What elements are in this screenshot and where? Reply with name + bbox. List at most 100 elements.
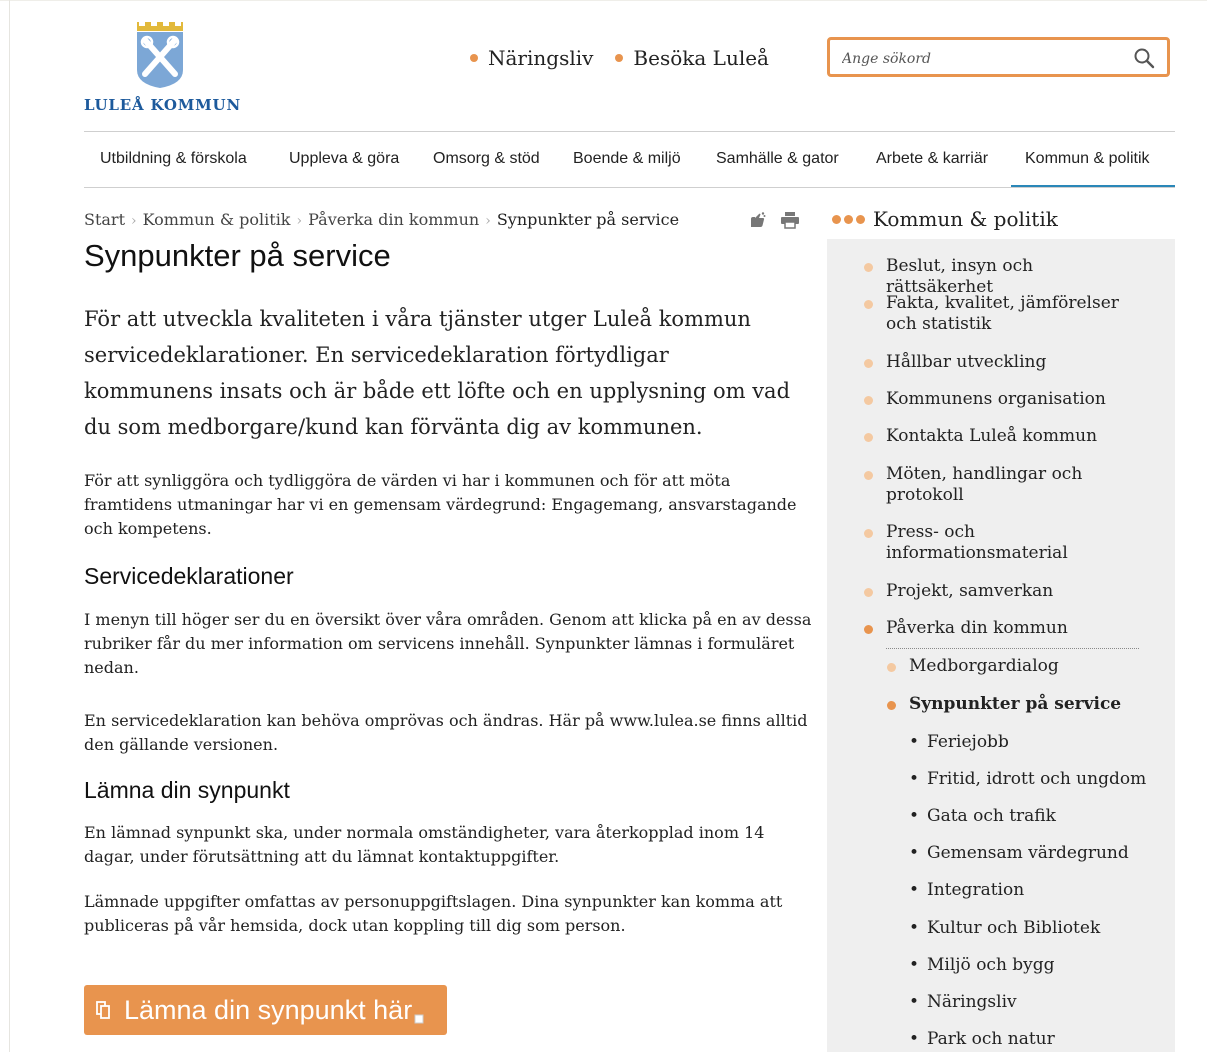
sidebar-leaf-miljo[interactable]: • Miljö och bygg [909, 955, 1055, 976]
bullet-dot [470, 54, 478, 62]
leaf-label: Gata och trafik [927, 806, 1056, 826]
breadcrumb-kommun-politik[interactable]: Kommun & politik [143, 210, 291, 229]
search-box [827, 37, 1170, 77]
leaf-label: Fritid, idrott och ungdom [927, 769, 1147, 789]
bullet-dot [887, 663, 896, 672]
breadcrumb-separator-icon: › [296, 213, 303, 229]
bullet-icon: • [909, 769, 920, 789]
leaf-label: Park och natur [927, 1029, 1055, 1049]
bullet-dot [864, 263, 873, 272]
nav-item-arbete[interactable]: Arbete & karriär [876, 132, 988, 187]
sidebar-subitem-medborgardialog[interactable]: Medborgardialog [909, 656, 1059, 677]
bullet-icon: • [909, 806, 920, 826]
lead-paragraph: För att utveckla kvaliteten i våra tjäns… [84, 307, 791, 439]
sidebar-header[interactable]: Kommun & politik [832, 207, 1058, 231]
sidebar-leaf-park[interactable]: • Park och natur [909, 1029, 1055, 1050]
nav-item-boende[interactable]: Boende & miljö [573, 132, 681, 187]
breadcrumb-current: Synpunkter på service [496, 210, 680, 229]
copy-icon [96, 995, 110, 1026]
sidebar-item-kontakta[interactable]: Kontakta Luleå kommun [886, 426, 1136, 447]
bullet-dot [864, 529, 873, 538]
sidebar-leaf-feriejobb[interactable]: • Feriejobb [909, 732, 1009, 753]
frame-top-line [0, 0, 1207, 1]
bullet-dot [864, 359, 873, 368]
print-icon[interactable] [780, 211, 800, 233]
search-icon[interactable] [1133, 47, 1155, 73]
top-link-besoka-lulea[interactable]: Besöka Luleå [615, 46, 769, 70]
nav-item-samhalle[interactable]: Samhälle & gator [716, 132, 839, 187]
main-nav: Utbildning & förskola Uppleva & göra Oms… [84, 132, 1175, 187]
bullet-icon: • [909, 732, 920, 752]
sidebar-heading: Kommun & politik [873, 207, 1058, 231]
page-title: Synpunkter på service [84, 238, 391, 273]
heading-servicedeklarationer: Servicedeklarationer [84, 563, 294, 589]
submit-feedback-button[interactable]: Lämna din synpunkt här [84, 985, 447, 1035]
sidebar-item-moten[interactable]: Möten, handlingar och protokoll [886, 464, 1086, 506]
bullet-icon: • [909, 992, 920, 1012]
paragraph-values: För att synliggöra och tydliggöra de vär… [84, 471, 797, 538]
paragraph-menu-overview: I menyn till höger ser du en översikt öv… [84, 610, 812, 677]
sidebar-item-fakta[interactable]: Fakta, kvalitet, jämförelser och statist… [886, 293, 1136, 335]
external-link-icon [414, 1000, 424, 1031]
share-icon[interactable] [748, 211, 766, 233]
breadcrumb-start[interactable]: Start [84, 210, 125, 229]
paragraph-privacy: Lämnade uppgifter omfattas av personuppg… [84, 892, 783, 935]
bullet-dot [864, 625, 873, 634]
sidebar-leaf-gata[interactable]: • Gata och trafik [909, 806, 1056, 827]
breadcrumb-separator-icon: › [131, 213, 137, 229]
bullet-icon: • [909, 955, 920, 975]
nav-bottom-border [84, 187, 1175, 188]
breadcrumb-paverka[interactable]: Påverka din kommun [308, 210, 479, 229]
breadcrumb-separator-icon: › [485, 213, 491, 229]
leaf-label: Miljö och bygg [927, 955, 1055, 975]
leaf-label: Feriejobb [927, 732, 1009, 752]
sidebar-leaf-kultur[interactable]: • Kultur och Bibliotek [909, 918, 1100, 939]
bullet-dot [864, 396, 873, 405]
top-link-label: Besöka Luleå [633, 46, 769, 70]
heading-lamna-synpunkt: Lämna din synpunkt [84, 777, 290, 803]
sidebar-item-projekt[interactable]: Projekt, samverkan [886, 581, 1136, 602]
sidebar-leaf-vardegrund[interactable]: • Gemensam värdegrund [909, 843, 1129, 864]
bullet-dot [887, 701, 896, 710]
paragraph-current-version: En servicedeklaration kan behöva ompröva… [84, 711, 808, 754]
top-link-label: Näringsliv [488, 46, 594, 70]
leaf-label: Gemensam värdegrund [927, 843, 1129, 863]
logo-text: LULEÅ KOMMUN [84, 96, 241, 114]
bullet-icon: • [909, 843, 920, 863]
coat-of-arms-icon [137, 22, 183, 88]
leaf-label: Kultur och Bibliotek [927, 918, 1101, 938]
cta-label: Lämna din synpunkt här [124, 994, 413, 1025]
paragraph-response-time: En lämnad synpunkt ska, under normala om… [84, 823, 765, 866]
bullet-dot [615, 54, 624, 62]
sidebar-leaf-naringsliv[interactable]: • Näringsliv [909, 992, 1017, 1013]
leaf-label: Integration [927, 880, 1025, 900]
top-link-naringsliv[interactable]: Näringsliv [470, 46, 593, 70]
page-tools [748, 211, 800, 233]
nav-item-kommun[interactable]: Kommun & politik [1011, 132, 1175, 187]
dots-icon [832, 214, 865, 224]
nav-item-uppleva[interactable]: Uppleva & göra [289, 132, 399, 187]
sidebar-item-beslut[interactable]: Beslut, insyn och rättsäkerhet [886, 256, 1136, 298]
search-input[interactable] [840, 47, 1124, 71]
bullet-dot [864, 588, 873, 597]
bullet-dot [864, 433, 873, 442]
leaf-label: Näringsliv [927, 992, 1017, 1012]
sidebar-item-hallbar[interactable]: Hållbar utveckling [886, 352, 1136, 373]
sidebar-leaf-fritid[interactable]: • Fritid, idrott och ungdom [909, 769, 1146, 790]
bullet-icon: • [909, 918, 920, 938]
breadcrumb: Start › Kommun & politik › Påverka din kommu… [84, 210, 679, 229]
frame-left-line [9, 0, 10, 1052]
bullet-icon: • [909, 1029, 920, 1049]
sidebar-divider [886, 648, 1139, 649]
nav-item-utbildning[interactable]: Utbildning & förskola [100, 132, 247, 187]
sidebar-item-press[interactable]: Press- och informationsmaterial [886, 522, 1076, 564]
bullet-dot [864, 471, 873, 480]
sidebar-item-paverka[interactable]: Påverka din kommun [886, 618, 1136, 639]
site-logo[interactable]: LULEÅ KOMMUN [84, 22, 244, 117]
sidebar-item-organisation[interactable]: Kommunens organisation [886, 389, 1136, 410]
nav-item-omsorg[interactable]: Omsorg & stöd [433, 132, 540, 187]
bullet-icon: • [909, 880, 920, 900]
sidebar-subitem-synpunkter[interactable]: Synpunkter på service [909, 694, 1121, 715]
sidebar-leaf-integration[interactable]: • Integration [909, 880, 1024, 901]
bullet-dot [864, 300, 873, 309]
